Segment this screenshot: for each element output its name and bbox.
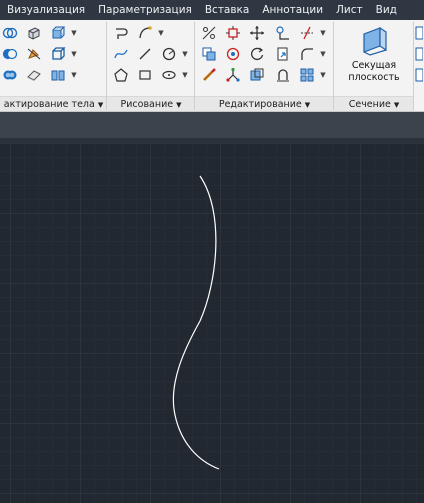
panel-label-solid-editing[interactable]: актирование тела ▼ bbox=[0, 96, 107, 111]
panel-label-modify[interactable]: Редактирование ▼ bbox=[195, 96, 334, 111]
chevron-down-icon[interactable]: ▼ bbox=[181, 45, 189, 63]
menu-item-visualization[interactable]: Визуализация bbox=[0, 4, 85, 16]
menu-bar: Визуализация Параметризация Вставка Анно… bbox=[0, 0, 424, 20]
truncated-tool-icon[interactable] bbox=[414, 24, 424, 42]
move-icon[interactable] bbox=[247, 24, 267, 42]
join-icon[interactable] bbox=[273, 24, 293, 42]
polygon-icon[interactable] bbox=[111, 66, 131, 84]
panel-modify: ▼ ▼ ▼ Редактирование ▼ bbox=[195, 20, 334, 111]
chevron-down-icon[interactable]: ▼ bbox=[70, 66, 78, 84]
circle-icon[interactable] bbox=[159, 45, 179, 63]
union-icon[interactable] bbox=[0, 66, 20, 84]
3d-gizmo-icon[interactable] bbox=[223, 66, 243, 84]
fillet-icon[interactable] bbox=[297, 45, 317, 63]
drawing-viewport[interactable] bbox=[0, 143, 424, 503]
rotate-icon[interactable] bbox=[247, 45, 267, 63]
spline-curve[interactable] bbox=[172, 175, 220, 470]
menu-item-parametrization[interactable]: Параметризация bbox=[91, 4, 192, 16]
ellipse-icon[interactable] bbox=[159, 66, 179, 84]
chevron-down-icon[interactable]: ▼ bbox=[70, 24, 78, 42]
scale-icon[interactable] bbox=[199, 24, 219, 42]
truncated-tool-icon[interactable] bbox=[414, 45, 424, 63]
chevron-down-icon[interactable]: ▼ bbox=[319, 45, 327, 63]
section-plane-label-line1: Секущая bbox=[351, 60, 397, 71]
chevron-down-icon: ▼ bbox=[393, 101, 400, 109]
offset-icon[interactable] bbox=[247, 66, 267, 84]
menu-item-sheet[interactable]: Лист bbox=[329, 4, 363, 16]
array-polar-icon[interactable] bbox=[223, 45, 243, 63]
spline-icon[interactable] bbox=[111, 45, 131, 63]
panel-label-section[interactable]: Сечение ▼ bbox=[334, 96, 414, 111]
chevron-down-icon[interactable]: ▼ bbox=[319, 24, 327, 42]
drawing-canvas bbox=[172, 175, 220, 470]
stretch-icon[interactable] bbox=[199, 45, 219, 63]
mirror-icon[interactable] bbox=[273, 66, 293, 84]
ribbon: ▼ ▼ ▼ актирование тела ▼ ▼ ▼ ▼ Рисование… bbox=[0, 20, 424, 112]
chevron-down-icon[interactable]: ▼ bbox=[157, 24, 165, 42]
panel-solid-editing: ▼ ▼ ▼ актирование тела ▼ bbox=[0, 20, 107, 111]
arc-icon[interactable] bbox=[135, 24, 155, 42]
truncated-tool-icon[interactable] bbox=[414, 66, 424, 84]
menu-item-annotations[interactable]: Аннотации bbox=[255, 4, 323, 16]
trim-icon[interactable] bbox=[297, 24, 317, 42]
panel-label-draw[interactable]: Рисование ▼ bbox=[107, 96, 195, 111]
section-plane-label-line2: плоскость bbox=[348, 72, 400, 83]
chevron-down-icon: ▼ bbox=[176, 101, 182, 109]
subtract-icon[interactable] bbox=[0, 45, 20, 63]
chevron-down-icon: ▼ bbox=[97, 101, 104, 109]
box-edit-icon[interactable] bbox=[48, 24, 68, 42]
ribbon-overflow bbox=[414, 20, 424, 111]
panel-draw: ▼ ▼ ▼ Рисование ▼ bbox=[107, 20, 195, 111]
extract-edges-icon[interactable] bbox=[48, 45, 68, 63]
panel-section: Секущая плоскость Сечение ▼ bbox=[334, 20, 414, 111]
section-plane-icon bbox=[363, 26, 387, 56]
menu-item-insert[interactable]: Вставка bbox=[198, 4, 250, 16]
chevron-down-icon[interactable]: ▼ bbox=[70, 45, 78, 63]
polyline-icon[interactable] bbox=[111, 24, 131, 42]
chevron-down-icon[interactable]: ▼ bbox=[319, 66, 327, 84]
array-rectangular-icon[interactable] bbox=[297, 66, 317, 84]
intersect-icon[interactable] bbox=[0, 24, 20, 42]
match-properties-icon[interactable] bbox=[199, 66, 219, 84]
eraser-icon[interactable] bbox=[24, 66, 44, 84]
copy-icon[interactable] bbox=[273, 45, 293, 63]
menu-item-view[interactable]: Вид bbox=[369, 4, 397, 16]
slice-icon[interactable] bbox=[24, 45, 44, 63]
file-tab-strip bbox=[0, 112, 424, 138]
line-icon[interactable] bbox=[135, 45, 155, 63]
chevron-down-icon[interactable]: ▼ bbox=[181, 66, 189, 84]
separate-icon[interactable] bbox=[48, 66, 68, 84]
shell-icon[interactable] bbox=[24, 24, 44, 42]
explode-icon[interactable] bbox=[223, 24, 243, 42]
rectangle-icon[interactable] bbox=[135, 66, 155, 84]
chevron-down-icon: ▼ bbox=[304, 101, 311, 109]
section-plane-button[interactable]: Секущая плоскость bbox=[341, 24, 407, 92]
